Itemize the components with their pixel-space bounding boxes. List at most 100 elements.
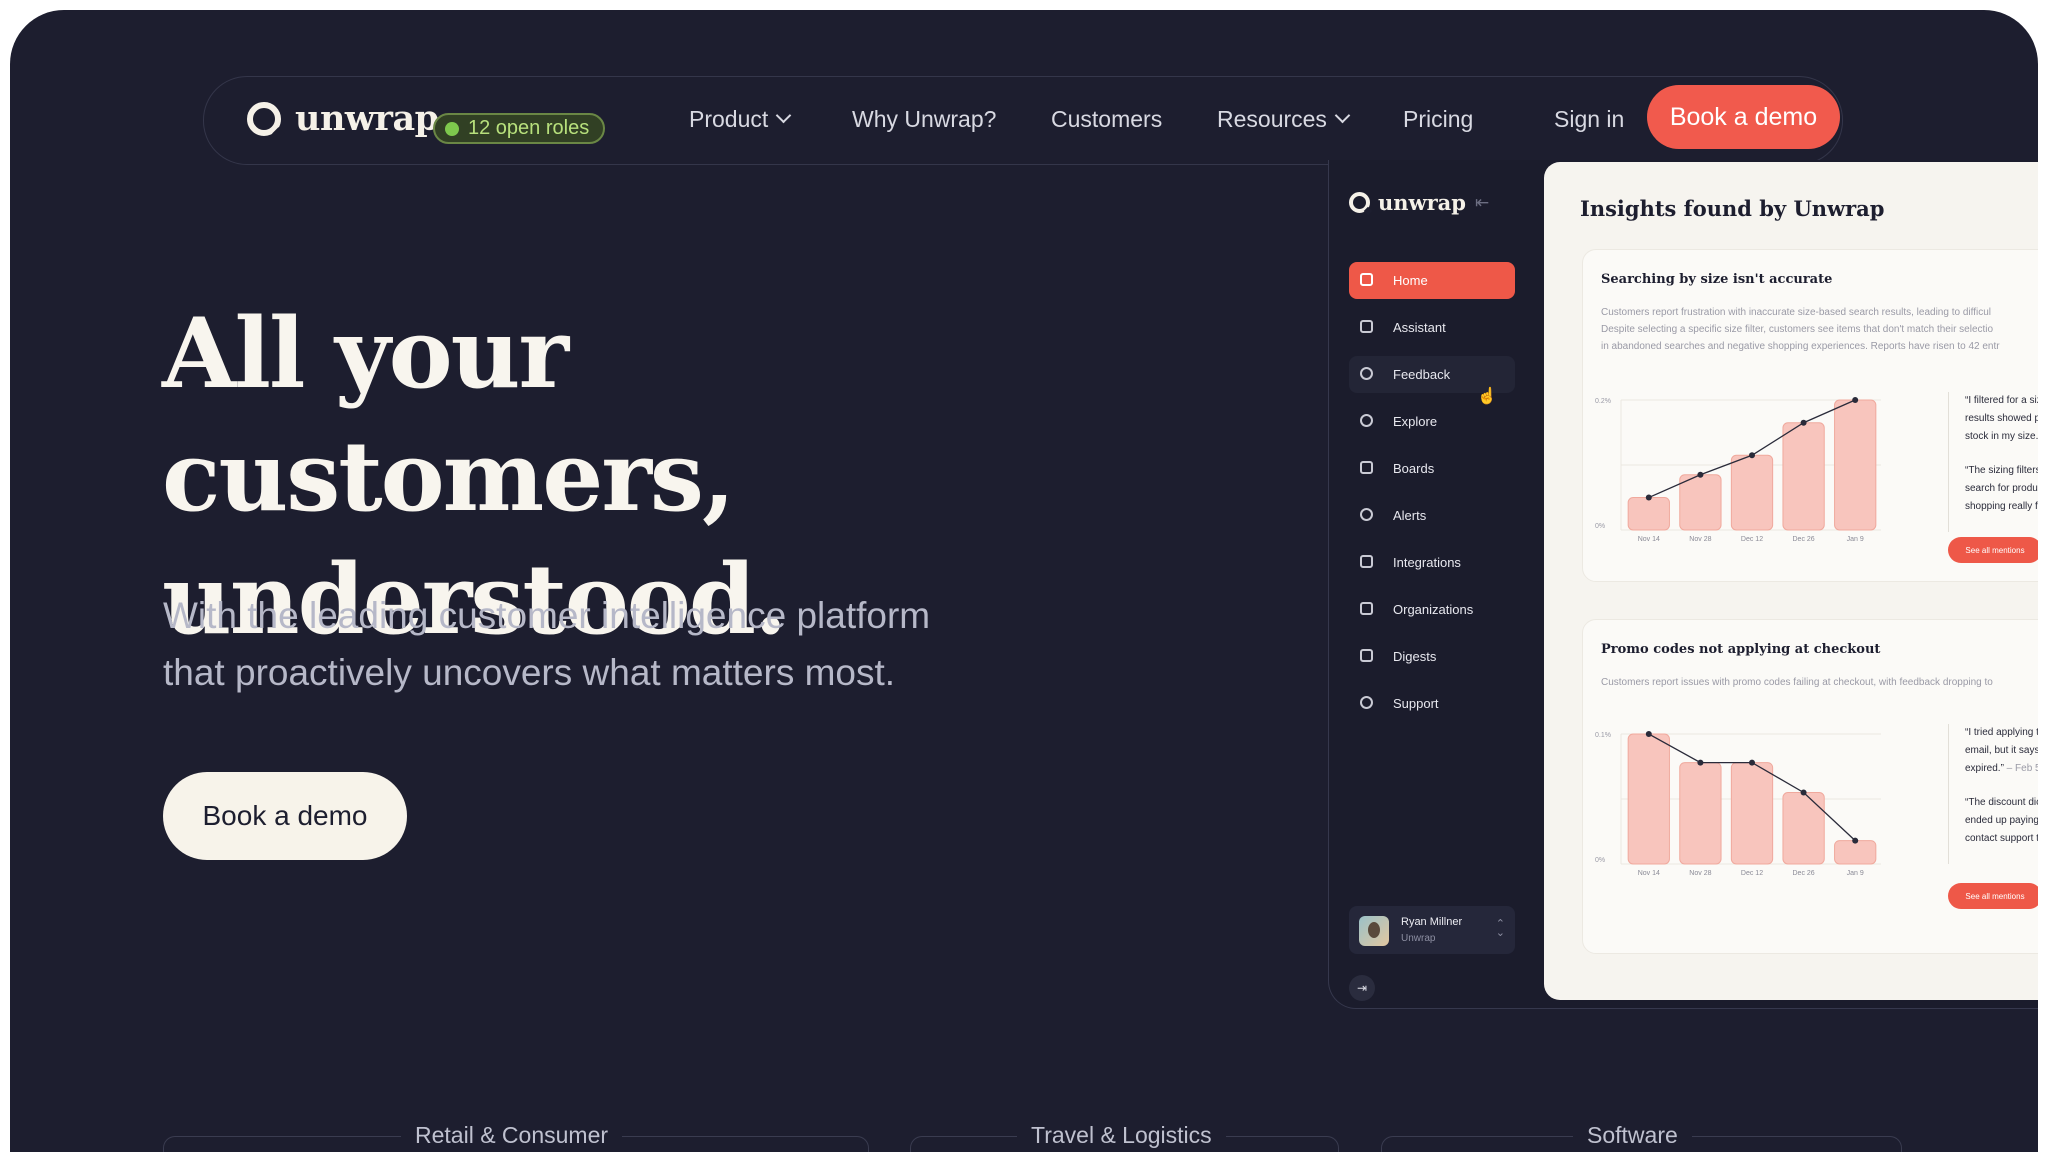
sidebar-item-boards[interactable]: Boards [1349, 450, 1515, 487]
sidebar-item-label: Integrations [1393, 555, 1461, 570]
search-icon [1360, 414, 1373, 427]
insight-desc-line: in abandoned searches and negative shopp… [1601, 341, 2000, 352]
x-tick-label: Nov 14 [1638, 536, 1660, 543]
hero-subtitle-line1: With the leading customer intelligence p… [163, 595, 931, 636]
y-tick-label: 0% [1595, 523, 1605, 530]
trend-point [1645, 494, 1652, 501]
x-tick-label: Nov 28 [1689, 536, 1711, 543]
robot-icon [1360, 320, 1373, 333]
sidebar-item-label: Home [1393, 273, 1428, 288]
insights-panel: Insights found by Unwrap Searching by si… [1544, 162, 2038, 1000]
logout-button[interactable]: ⇥ [1349, 975, 1375, 1001]
quotes-list: “I filtered for a siz results showed p sto… [1948, 392, 2038, 532]
sidebar-item-label: Feedback [1393, 367, 1451, 382]
user-org: Unwrap [1401, 933, 1436, 944]
nav-pricing-label: Pricing [1403, 106, 1474, 132]
insight-card-description: Customers report issues with promo codes… [1601, 674, 2038, 691]
book-demo-hero-button[interactable]: Book a demo [163, 772, 407, 860]
x-tick-label: Dec 12 [1741, 536, 1763, 543]
x-tick-label: Nov 14 [1638, 870, 1660, 877]
sidebar-item-label: Explore [1393, 414, 1438, 429]
insight-card-title: Promo codes not applying at checkout [1601, 642, 1881, 657]
user-switcher[interactable]: Ryan Millner Unwrap ⌃ ⌄ [1349, 906, 1515, 954]
status-dot-icon [445, 121, 459, 136]
quotes-list: “I tried applying t email, but it says exp… [1948, 724, 2038, 864]
sidebar-item-home[interactable]: Home [1349, 262, 1515, 299]
insight-card[interactable]: Searching by size isn't accurate Custome… [1582, 249, 2038, 582]
sidebar-item-explore[interactable]: Explore [1349, 403, 1515, 440]
sidebar-item-label: Boards [1393, 461, 1435, 476]
x-tick-label: Dec 26 [1793, 536, 1815, 543]
gift-icon [1360, 649, 1373, 662]
trend-point [1749, 452, 1755, 459]
sidebar-item-assistant[interactable]: Assistant [1349, 309, 1515, 346]
x-tick-label: Jan 9 [1847, 536, 1864, 543]
trend-point [1645, 731, 1652, 737]
open-roles-badge[interactable]: 12 open roles [433, 113, 606, 144]
nav-customers[interactable]: Customers [1051, 106, 1162, 133]
support-icon [1360, 696, 1373, 709]
x-tick-label: Dec 26 [1793, 870, 1815, 877]
mentions-chart: 0.1% 0% Nov 14 Nov 28 Dec 12 Dec 26 Jan 9 [1595, 731, 1881, 877]
chart-bar [1834, 399, 1877, 531]
insights-panel-title: Insights found by Unwrap [1580, 196, 1885, 221]
sidebar-item-label: Assistant [1393, 320, 1446, 335]
sidebar-item-label: Organizations [1393, 602, 1474, 617]
x-tick-label: Nov 28 [1689, 870, 1711, 877]
insight-card[interactable]: Promo codes not applying at checkout Cus… [1582, 619, 2038, 954]
chart-bar [1782, 422, 1825, 531]
sign-in-label: Sign in [1554, 106, 1625, 132]
quote-item: “I filtered for a siz results showed p sto… [1965, 395, 2038, 442]
hero-subtitle-line2: that proactively uncovers what matters m… [163, 652, 896, 693]
layout-icon [1360, 461, 1373, 474]
quote-item: “The sizing filters search for produ shopp… [1965, 465, 2038, 512]
industry-label-software: Software [1573, 1122, 1692, 1149]
sidebar-item-support[interactable]: Support [1349, 685, 1515, 722]
chevron-down-icon [775, 107, 792, 124]
app-logo[interactable]: unwrap [1349, 190, 1466, 215]
trend-point [1852, 397, 1859, 403]
home-icon [1360, 273, 1373, 286]
avatar [1359, 916, 1389, 946]
plug-icon [1360, 555, 1373, 568]
sidebar-item-integrations[interactable]: Integrations [1349, 544, 1515, 581]
user-name: Ryan Millner [1401, 916, 1463, 928]
nav-product[interactable]: Product [689, 106, 792, 133]
app-logo-text: unwrap [1378, 190, 1466, 215]
collapse-sidebar-icon[interactable]: ⇤ [1475, 193, 1489, 213]
trend-point [1852, 837, 1859, 844]
nav-pricing[interactable]: Pricing [1403, 106, 1473, 133]
trend-point [1800, 419, 1807, 426]
x-tick-label: Dec 12 [1741, 870, 1763, 877]
x-tick-label: Jan 9 [1847, 870, 1864, 877]
bell-icon [1360, 508, 1373, 521]
top-nav: unwrap 12 open roles Product Why Unwrap?… [203, 76, 1843, 165]
chart-bar [1679, 474, 1722, 531]
nav-resources[interactable]: Resources [1217, 106, 1351, 133]
logo[interactable]: unwrap [247, 98, 439, 139]
book-demo-nav-button[interactable]: Book a demo [1647, 85, 1840, 149]
logo-text: unwrap [295, 98, 439, 139]
insight-desc-line: Customers report frustration with inaccu… [1601, 307, 1991, 318]
sidebar-item-organizations[interactable]: Organizations [1349, 591, 1515, 628]
see-all-mentions-button[interactable]: See all mentions [1948, 883, 2038, 909]
see-all-mentions-button[interactable]: See all mentions [1948, 537, 2038, 563]
nav-product-label: Product [689, 106, 769, 132]
sidebar-item-alerts[interactable]: Alerts [1349, 497, 1515, 534]
nav-why-unwrap[interactable]: Why Unwrap? [852, 106, 996, 133]
sign-in-link[interactable]: Sign in [1554, 106, 1624, 133]
industry-label-retail: Retail & Consumer [401, 1122, 623, 1149]
industry-label-travel: Travel & Logistics [1017, 1122, 1226, 1149]
insight-card-title: Searching by size isn't accurate [1601, 272, 1833, 287]
nav-resources-label: Resources [1217, 106, 1327, 132]
trend-point [1697, 759, 1704, 766]
hero-subtitle: With the leading customer intelligence p… [163, 587, 1063, 701]
chart-bar [1782, 792, 1825, 865]
chart-bar [1679, 762, 1722, 865]
quote-item: “The discount dic ended up paying contact … [1965, 797, 2038, 844]
sidebar-item-label: Support [1393, 696, 1439, 711]
sidebar-item-digests[interactable]: Digests [1349, 638, 1515, 675]
building-icon [1360, 602, 1373, 615]
insight-card-description: Customers report frustration with inaccu… [1601, 304, 2038, 355]
trend-point [1800, 789, 1807, 796]
